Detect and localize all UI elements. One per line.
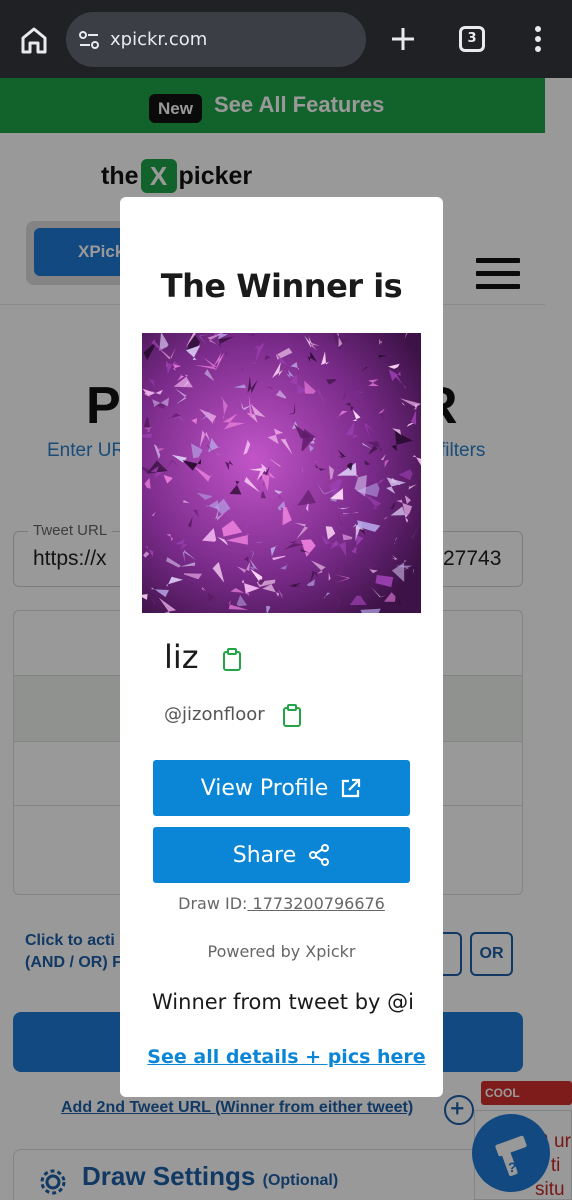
share-label: Share [232,842,297,868]
url-text: xpickr.com [110,29,208,50]
site-settings-icon[interactable] [78,29,100,51]
draw-id: Draw ID: 1773200796676 [120,894,443,913]
external-link-icon [342,778,361,798]
home-icon[interactable] [18,24,50,56]
copy-name-icon[interactable] [222,648,242,672]
more-menu-icon[interactable] [528,24,548,54]
browser-toolbar: xpickr.com 3 [0,0,572,78]
address-bar[interactable]: xpickr.com [66,12,366,67]
draw-id-label: Draw ID: [178,894,248,913]
winner-modal: The Winner is liz @jizonfloor View Profi… [120,197,443,1097]
draw-id-value[interactable]: 1773200796676 [247,894,385,913]
glitter-image [142,333,421,613]
view-profile-button[interactable]: View Profile [153,760,410,816]
winner-from-tweet-text: Winner from tweet by @i [152,990,414,1014]
see-details-link[interactable]: See all details + pics here [120,1046,453,1068]
winner-name: liz [164,638,199,676]
winner-handle: @jizonfloor [164,704,265,725]
copy-handle-icon[interactable] [282,704,302,728]
share-button[interactable]: Share [153,827,410,883]
winner-avatar-image [142,333,421,613]
tab-switcher-button[interactable]: 3 [459,26,485,52]
new-tab-icon[interactable] [388,24,418,54]
share-icon [309,844,330,866]
view-profile-label: View Profile [200,775,329,801]
powered-by-text: Powered by Xpickr [207,942,356,961]
modal-title: The Winner is [160,267,403,305]
